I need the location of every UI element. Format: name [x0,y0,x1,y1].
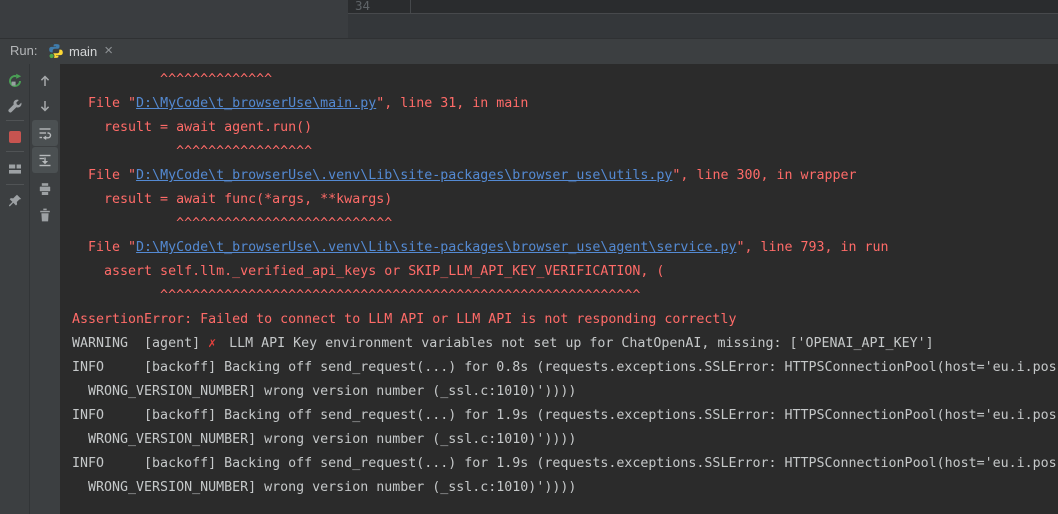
console-line: ^^^^^^^^^^^^^^^^^ [72,140,1057,164]
clear-all-button[interactable] [34,204,56,226]
python-icon [48,44,63,59]
arrow-down-icon [40,101,50,112]
console-text: ^^^^^^^^^^^^^^ [72,72,273,87]
console-text: ", line 31, in main [376,96,529,111]
editor-left-panel [0,0,348,38]
console-line: WRONG_VERSION_NUMBER] wrong version numb… [72,380,1057,404]
console-output: ^^^^^^^^^^^^^^ File "D:\MyCode\t_browser… [72,68,1057,500]
console-line: assert self.llm._verified_api_keys or SK… [72,260,1057,284]
file-link[interactable]: D:\MyCode\t_browserUse\.venv\Lib\site-pa… [136,240,736,255]
restore-layout-icon [9,164,21,174]
toolbar-separator [6,151,24,152]
soft-wrap-button[interactable] [32,120,58,146]
console-line: File "D:\MyCode\t_browserUse\main.py", l… [72,92,1057,116]
console-line: WRONG_VERSION_NUMBER] wrong version numb… [72,428,1057,452]
toolbar-separator [6,120,24,121]
gutter-divider [410,0,411,13]
console-line: result = await func(*args, **kwargs) [72,188,1057,212]
console-text: WRONG_VERSION_NUMBER] wrong version numb… [72,384,577,399]
console-text: ", line 300, in wrapper [672,168,857,183]
editor-line-number: 34 [355,0,371,13]
rerun-icon [9,73,22,87]
console-text: File " [72,240,137,255]
console-text: AssertionError: Failed to connect to LLM… [72,312,737,327]
console-line: ^^^^^^^^^^^^^^^^^^^^^^^^^^^^^^^^^^^^^^^^… [72,284,1057,308]
run-label: Run: [10,43,38,58]
console-text: INFO [backoff] Backing off send_request(… [72,456,1057,471]
run-toolwindow-header: Run: main × [0,38,1058,101]
file-link[interactable]: D:\MyCode\t_browserUse\main.py [136,96,376,111]
file-link[interactable]: D:\MyCode\t_browserUse\.venv\Lib\site-pa… [136,168,672,183]
console-text: ^^^^^^^^^^^^^^^^^^^^^^^^^^^^^^^^^^^^^^^^… [72,288,641,303]
console-line: INFO [backoff] Backing off send_request(… [72,404,1057,428]
console-text: WARNING [agent] [72,336,209,351]
console-text: LLM API Key environment variables not se… [221,336,934,351]
console-text: WRONG_VERSION_NUMBER] wrong version numb… [72,480,577,495]
scroll-to-end-button[interactable] [32,147,58,173]
scroll-to-end-icon [39,154,51,167]
console-line: File "D:\MyCode\t_browserUse\.venv\Lib\s… [72,236,1057,260]
pin-icon [8,194,22,207]
stop-button[interactable] [4,126,26,148]
console-text: result = await agent.run() [72,120,313,135]
ide-run-panel: 34 Run: main × ^^^^^^^^^^^^^^ File "D:\M… [0,0,1058,514]
console-line: INFO [backoff] Backing off send_request(… [72,356,1057,380]
console-line: INFO [backoff] Backing off send_request(… [72,452,1057,476]
console-text: File " [72,168,137,183]
editor-area[interactable]: 34 [348,0,1058,38]
arrow-up-icon [40,75,50,86]
close-icon[interactable]: × [104,43,113,58]
settings-wrench-icon [8,99,22,113]
prev-occurrence-button[interactable] [34,70,56,92]
run-toolbar-left [0,64,30,514]
soft-wrap-icon [39,128,52,140]
console-line: ^^^^^^^^^^^^^^^^^^^^^^^^^^^ [72,212,1057,236]
restore-layout-button[interactable] [4,157,26,179]
console-text: WRONG_VERSION_NUMBER] wrong version numb… [72,432,577,447]
console-text: ^^^^^^^^^^^^^^^^^ [72,144,313,159]
run-tab-title: main [69,43,98,59]
console-text: INFO [backoff] Backing off send_request(… [72,408,1057,423]
console-output-panel[interactable]: ^^^^^^^^^^^^^^ File "D:\MyCode\t_browser… [60,64,1058,514]
edit-configuration-button[interactable] [4,95,26,117]
rerun-button[interactable] [4,70,26,92]
console-text: ^^^^^^^^^^^^^^^^^^^^^^^^^^^ [72,216,393,231]
console-text: ", line 793, in run [736,240,889,255]
print-icon [39,183,51,195]
next-occurrence-button[interactable] [34,95,56,117]
trash-icon [40,208,50,222]
console-line: WRONG_VERSION_NUMBER] wrong version numb… [72,476,1057,500]
console-line: result = await agent.run() [72,116,1057,140]
cross-mark-icon: ✗ [208,336,217,351]
console-text: result = await func(*args, **kwargs) [72,192,393,207]
pin-tab-button[interactable] [4,190,26,212]
console-toolbar [30,64,60,514]
print-button[interactable] [34,178,56,200]
console-line: File "D:\MyCode\t_browserUse\.venv\Lib\s… [72,164,1057,188]
console-line: WARNING [agent] ✗ LLM API Key environmen… [72,332,1057,356]
stop-icon [9,131,21,143]
console-line: ^^^^^^^^^^^^^^ [72,68,1057,92]
editor-last-line-strip: 34 [348,0,1058,14]
run-tab-main[interactable]: main × [40,39,128,63]
toolbar-separator [6,184,24,185]
console-text: INFO [backoff] Backing off send_request(… [72,360,1057,375]
console-text: File " [72,96,137,111]
console-line: AssertionError: Failed to connect to LLM… [72,308,1057,332]
console-text: assert self.llm._verified_api_keys or SK… [72,264,665,279]
running-dot-icon [48,53,55,59]
